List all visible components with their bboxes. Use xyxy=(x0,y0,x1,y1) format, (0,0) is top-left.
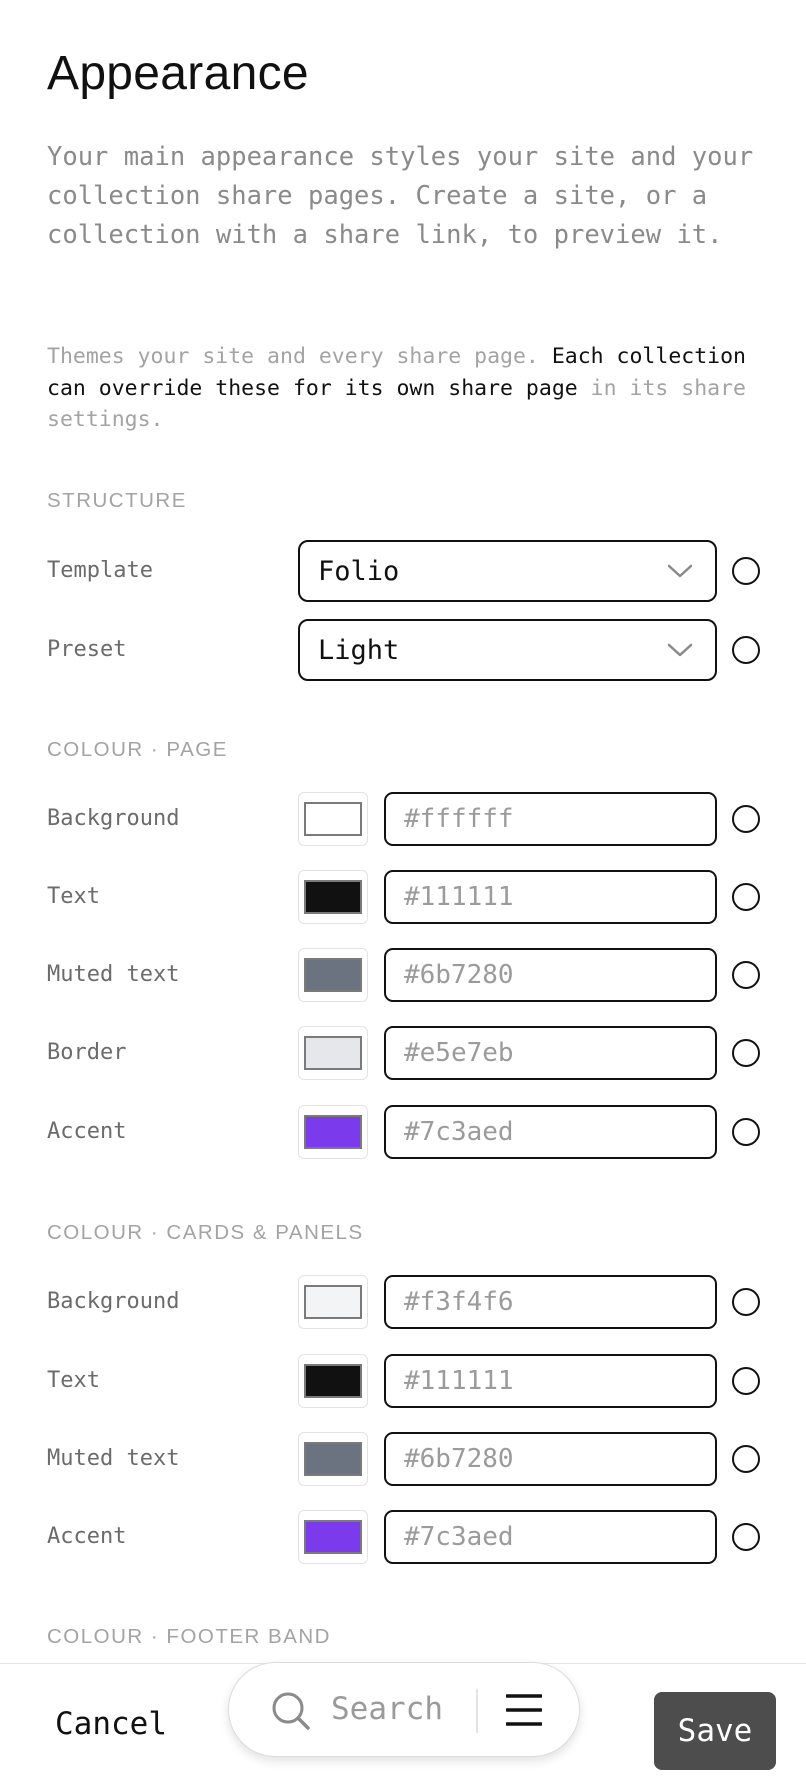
section-colour-page-label: COLOUR · PAGE xyxy=(47,738,228,761)
preset-label: Preset xyxy=(47,637,127,662)
template-select[interactable]: Folio xyxy=(298,540,717,602)
note-prefix: Themes your site and every share page. xyxy=(47,344,552,369)
page-muted-text-input[interactable] xyxy=(384,948,717,1002)
page-text-swatch[interactable] xyxy=(298,870,368,924)
preset-value: Light xyxy=(318,634,400,666)
card-text-label: Text xyxy=(47,1368,100,1393)
page-background-swatch-color xyxy=(304,802,362,836)
page-accent-swatch-color xyxy=(304,1115,362,1149)
page-accent-input[interactable] xyxy=(384,1105,717,1159)
card-accent-label: Accent xyxy=(47,1524,127,1549)
card-text-swatch-color xyxy=(304,1364,362,1398)
page-muted-text-swatch[interactable] xyxy=(298,948,368,1002)
chevron-down-icon xyxy=(667,564,693,578)
page-background-reset-toggle[interactable] xyxy=(732,805,760,833)
page-accent-reset-toggle[interactable] xyxy=(732,1118,760,1146)
section-colour-footer-label: COLOUR · FOOTER BAND xyxy=(47,1625,331,1648)
page-border-label: Border xyxy=(47,1040,127,1065)
card-muted-text-reset-toggle[interactable] xyxy=(732,1445,760,1473)
card-background-input[interactable] xyxy=(384,1275,717,1329)
card-muted-text-swatch[interactable] xyxy=(298,1432,368,1486)
page-muted-text-reset-toggle[interactable] xyxy=(732,961,760,989)
page-muted-text-swatch-color xyxy=(304,958,362,992)
card-text-reset-toggle[interactable] xyxy=(732,1367,760,1395)
page-muted-text-label: Muted text xyxy=(47,962,180,987)
appearance-settings: Appearance Your main appearance styles y… xyxy=(0,0,806,1663)
template-label: Template xyxy=(47,558,153,583)
card-accent-swatch[interactable] xyxy=(298,1510,368,1564)
page-border-swatch-color xyxy=(304,1036,362,1070)
intro-text: Your main appearance styles your site an… xyxy=(47,142,754,250)
card-muted-text-swatch-color xyxy=(304,1442,362,1476)
page-text-label: Text xyxy=(47,884,100,909)
card-background-swatch[interactable] xyxy=(298,1275,368,1329)
search-icon[interactable] xyxy=(271,1691,311,1731)
card-muted-text-input[interactable] xyxy=(384,1432,717,1486)
preset-reset-toggle[interactable] xyxy=(732,636,760,664)
section-structure-label: STRUCTURE xyxy=(47,489,187,512)
page-background-swatch[interactable] xyxy=(298,792,368,846)
card-text-input[interactable] xyxy=(384,1354,717,1408)
template-reset-toggle[interactable] xyxy=(732,557,760,585)
page-title: Appearance xyxy=(47,47,309,100)
save-button[interactable]: Save xyxy=(654,1692,776,1770)
page-background-label: Background xyxy=(47,806,180,831)
page-border-swatch[interactable] xyxy=(298,1026,368,1080)
cancel-button[interactable]: Cancel xyxy=(55,1706,167,1742)
card-accent-input[interactable] xyxy=(384,1510,717,1564)
card-accent-reset-toggle[interactable] xyxy=(732,1523,760,1551)
page-border-reset-toggle[interactable] xyxy=(732,1039,760,1067)
card-background-label: Background xyxy=(47,1289,180,1314)
hamburger-menu-icon[interactable] xyxy=(506,1693,542,1727)
page-accent-label: Accent xyxy=(47,1119,127,1144)
override-note: Themes your site and every share page. E… xyxy=(47,341,747,436)
card-accent-swatch-color xyxy=(304,1520,362,1554)
page-border-input[interactable] xyxy=(384,1026,717,1080)
pill-divider xyxy=(476,1689,478,1733)
template-value: Folio xyxy=(318,555,400,587)
page-accent-swatch[interactable] xyxy=(298,1105,368,1159)
search-menu-pill: Search xyxy=(228,1662,580,1757)
section-colour-cards-label: COLOUR · CARDS & PANELS xyxy=(47,1221,364,1244)
page-background-input[interactable] xyxy=(384,792,717,846)
page-text-input[interactable] xyxy=(384,870,717,924)
card-background-swatch-color xyxy=(304,1285,362,1319)
preset-select[interactable]: Light xyxy=(298,619,717,681)
page-text-swatch-color xyxy=(304,880,362,914)
page-text-reset-toggle[interactable] xyxy=(732,883,760,911)
bottom-action-bar: Cancel Search Save xyxy=(0,1662,806,1790)
card-muted-text-label: Muted text xyxy=(47,1446,180,1471)
card-text-swatch[interactable] xyxy=(298,1354,368,1408)
search-label[interactable]: Search xyxy=(331,1691,443,1727)
card-background-reset-toggle[interactable] xyxy=(732,1288,760,1316)
chevron-down-icon xyxy=(667,643,693,657)
